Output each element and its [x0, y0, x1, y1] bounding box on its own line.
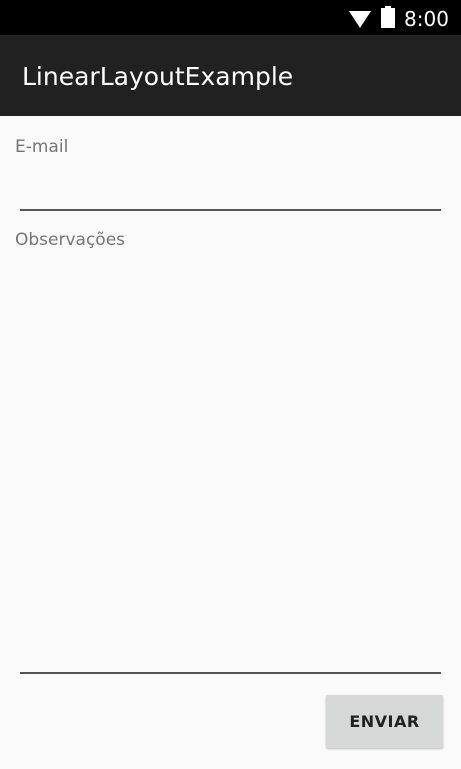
- battery-icon: [381, 6, 395, 28]
- observacoes-label: Observações: [15, 230, 126, 250]
- page-title: LinearLayoutExample: [22, 62, 294, 91]
- observacoes-underline: [20, 672, 441, 674]
- status-bar: 8:00: [0, 0, 461, 35]
- email-underline: [20, 209, 441, 211]
- email-field[interactable]: [20, 172, 440, 208]
- status-time: 8:00: [404, 7, 449, 31]
- wifi-icon: [349, 11, 371, 28]
- send-button[interactable]: ENVIAR: [326, 695, 443, 748]
- observacoes-field[interactable]: [20, 256, 440, 672]
- email-label: E-mail: [15, 137, 69, 157]
